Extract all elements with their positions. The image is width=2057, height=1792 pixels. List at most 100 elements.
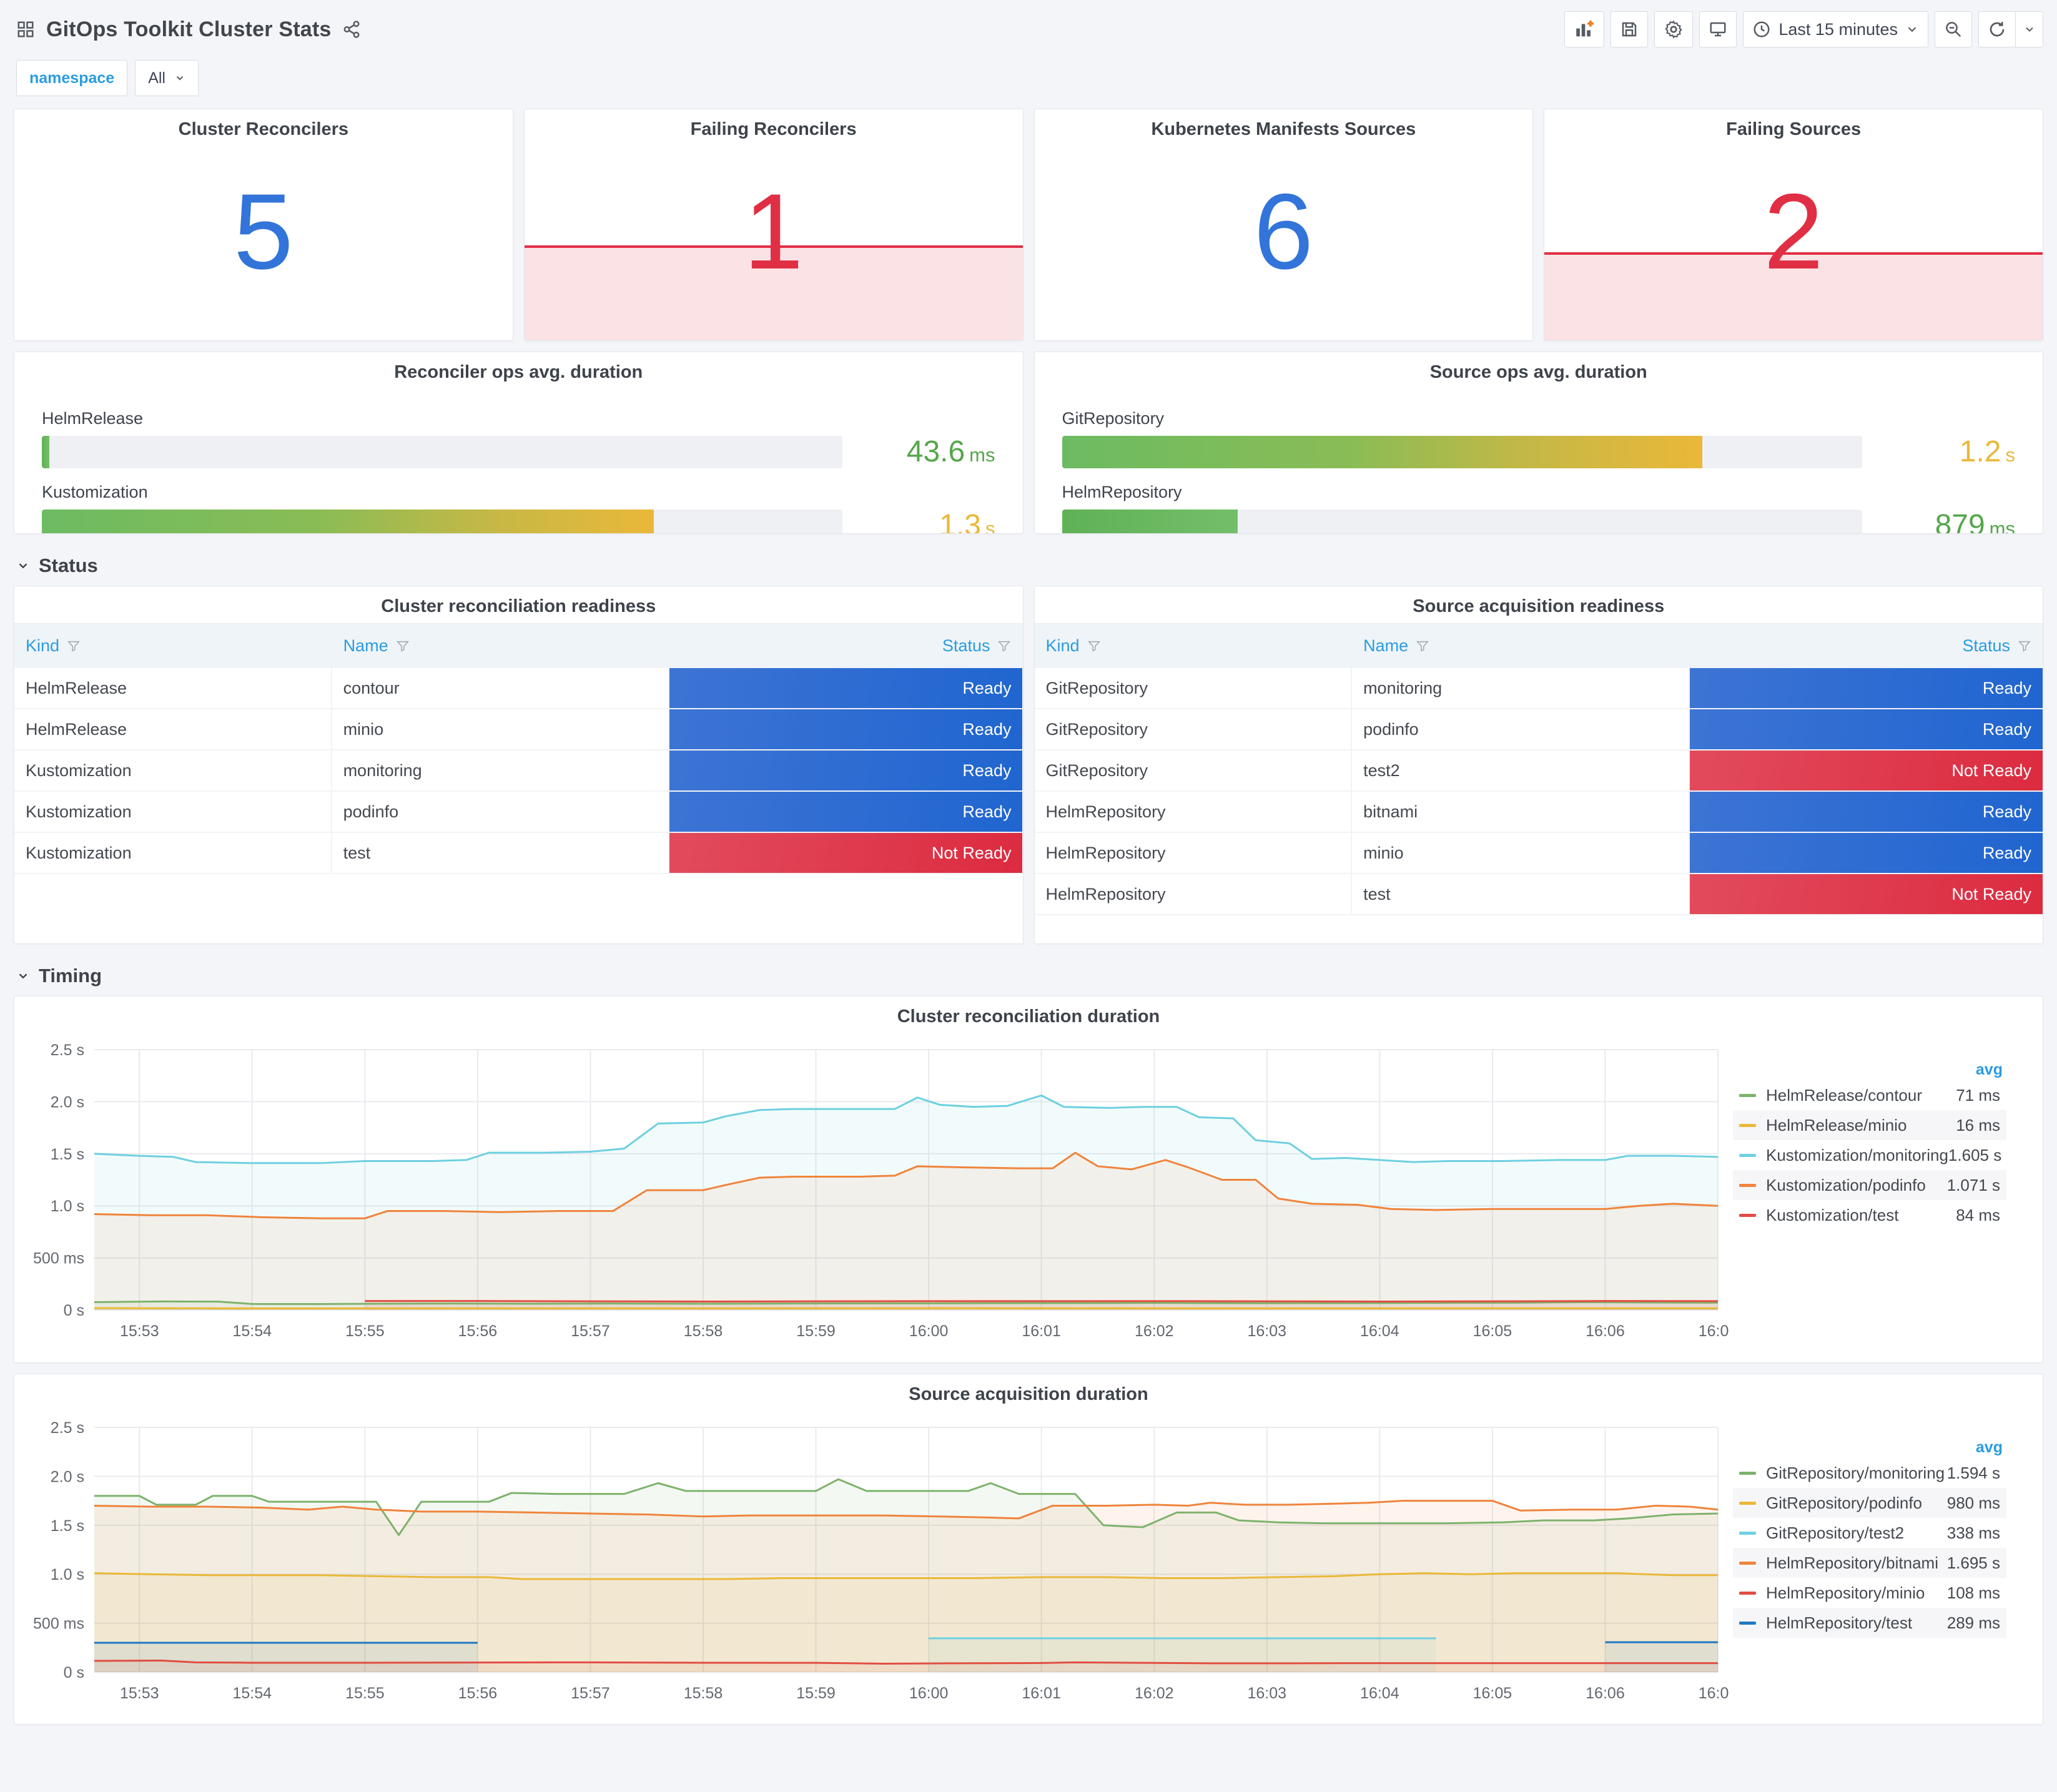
variable-namespace-select[interactable]: All [135,60,199,96]
legend-item[interactable]: HelmRepository/minio 108 ms [1733,1578,2006,1608]
gear-icon [1664,19,1684,39]
cell-name: monitoring [1352,668,1690,708]
legend-series-name: Kustomization/test [1766,1205,1899,1224]
gauge-value-unit: ms [1989,518,2015,534]
legend-item[interactable]: HelmRelease/minio 16 ms [1733,1110,2006,1140]
status-badge: Ready [1689,792,2043,832]
gauge-row: HelmRelease 43.6 ms [42,409,995,469]
chart-legend: avg GitRepository/monitoring 1.594 s GitRep… [1729,1411,2023,1638]
column-header-name[interactable]: Name [1352,624,1690,668]
column-header-label: Kind [1045,636,1080,655]
chart-row-1: Cluster reconciliation duration 15:53 15:5… [0,996,2057,1363]
section-status[interactable]: Status [0,544,2057,586]
legend-swatch [1739,1591,1756,1595]
column-header-status[interactable]: Status [1690,624,2043,668]
svg-text:2.5 s: 2.5 s [51,1041,84,1059]
legend-series-name: HelmRepository/minio [1766,1583,1925,1602]
legend-item[interactable]: HelmRepository/bitnami 1.695 s [1733,1548,2006,1578]
legend-item[interactable]: Kustomization/podinfo 1.071 s [1733,1170,2006,1200]
legend-item[interactable]: HelmRelease/contour 71 ms [1733,1080,2006,1110]
column-header-name[interactable]: Name [332,624,670,668]
dashboard-settings-button[interactable] [1654,11,1694,47]
cell-kind: HelmRepository [1035,792,1353,832]
gauge-label: Kustomization [42,483,148,501]
status-badge: Ready [1689,709,2043,749]
gauge-value: 43.6 ms [861,435,995,469]
column-header-kind[interactable]: Kind [14,624,332,668]
filter-icon[interactable] [2018,639,2031,653]
stat-value: 5 [234,172,294,292]
stats-row: Cluster Reconcilers 5 Failing Reconcilers 1… [0,109,2057,341]
zoom-out-button[interactable] [1935,11,1972,47]
time-range-picker[interactable]: Last 15 minutes [1743,11,1928,47]
legend-item[interactable]: GitRepository/monitoring 1.594 s [1733,1458,2006,1488]
column-header-label: Name [343,636,388,655]
legend-avg-header[interactable]: avg [1733,1061,2006,1079]
gauge-value-unit: s [985,518,995,534]
legend-swatch [1739,1501,1756,1505]
cell-kind: HelmRelease [14,709,332,749]
filter-icon[interactable] [1087,639,1101,653]
svg-text:2.5 s: 2.5 s [51,1419,84,1437]
clock-icon [1752,20,1771,39]
cell-status: Ready [1689,792,2043,832]
svg-text:15:57: 15:57 [571,1685,610,1702]
legend-avg-value: 338 ms [1946,1523,2000,1542]
svg-text:16:05: 16:05 [1473,1685,1512,1702]
cell-kind: HelmRepository [1035,833,1353,873]
cell-kind: Kustomization [14,833,332,873]
cell-name: bitnami [1352,792,1690,832]
timeseries-panel: Source acquisition duration 15:53 15:54 15:… [14,1374,2043,1725]
gauge-bar-row: 43.6 ms [42,435,995,469]
status-badge: Ready [669,709,1023,749]
stat-value: 2 [1763,172,1823,292]
cell-name: minio [332,709,670,749]
gauge-row: HelmRepository 879 ms [1062,483,2015,534]
column-header-kind[interactable]: Kind [1035,624,1353,668]
chart-legend: avg HelmRelease/contour 71 ms HelmRelease/m… [1729,1033,2023,1230]
filter-icon[interactable] [997,639,1011,653]
save-dashboard-button[interactable] [1611,11,1649,47]
table-panel-0: Cluster reconciliation readiness Kind Name… [14,586,1024,944]
column-header-status[interactable]: Status [669,624,1022,668]
gauge-value: 1.3 s [861,508,995,534]
gauge-value-number: 1.3 [939,509,981,534]
table-header: Kind Name Status [1034,623,2043,668]
cycle-view-button[interactable] [1699,11,1737,47]
section-timing[interactable]: Timing [0,955,2057,996]
legend-item[interactable]: Kustomization/monitoring 1.605 s [1733,1140,2006,1170]
table-panel-title: Source acquisition readiness [1413,596,1665,616]
svg-text:15:56: 15:56 [458,1685,498,1702]
svg-text:16:00: 16:00 [909,1685,949,1702]
chart-plot-area[interactable]: 15:53 15:54 15:55 15:56 15:57 15:58 15:59 16:00… [18,1411,1729,1711]
filter-icon[interactable] [396,639,410,653]
top-bar: GitOps Toolkit Cluster Stats Last 15 min… [0,0,2057,54]
refresh-interval-button[interactable] [2016,11,2043,47]
share-icon[interactable] [342,20,361,39]
cell-status: Ready [1689,668,2043,708]
legend-avg-value: 980 ms [1946,1493,2000,1512]
legend-swatch [1739,1561,1756,1565]
add-panel-button[interactable] [1564,11,1605,47]
legend-item[interactable]: HelmRepository/test 289 ms [1733,1608,2006,1638]
status-badge: Ready [1689,668,2043,708]
svg-text:1.0 s: 1.0 s [51,1198,84,1215]
gauge-track [1062,509,1862,533]
cell-status: Ready [669,709,1023,749]
legend-item[interactable]: Kustomization/test 84 ms [1733,1200,2006,1230]
chart-plot-area[interactable]: 15:53 15:54 15:55 15:56 15:57 15:58 15:59 16:00… [18,1033,1729,1349]
svg-text:16:07: 16:07 [1699,1322,1729,1340]
legend-swatch [1739,1621,1756,1625]
legend-item[interactable]: GitRepository/test2 338 ms [1733,1518,2006,1548]
legend-item[interactable]: GitRepository/podinfo 980 ms [1733,1488,2006,1518]
status-badge: Ready [669,751,1023,790]
legend-series-name: Kustomization/monitoring [1766,1145,1948,1164]
refresh-button[interactable] [1978,11,2016,47]
svg-text:15:53: 15:53 [120,1685,159,1702]
filter-icon[interactable] [1416,639,1429,653]
gauge-label: HelmRepository [1062,483,1182,501]
legend-avg-header[interactable]: avg [1733,1439,2006,1457]
table-row: Kustomization monitoring Ready [14,751,1023,792]
filter-icon[interactable] [67,639,81,653]
svg-text:16:02: 16:02 [1135,1322,1174,1340]
